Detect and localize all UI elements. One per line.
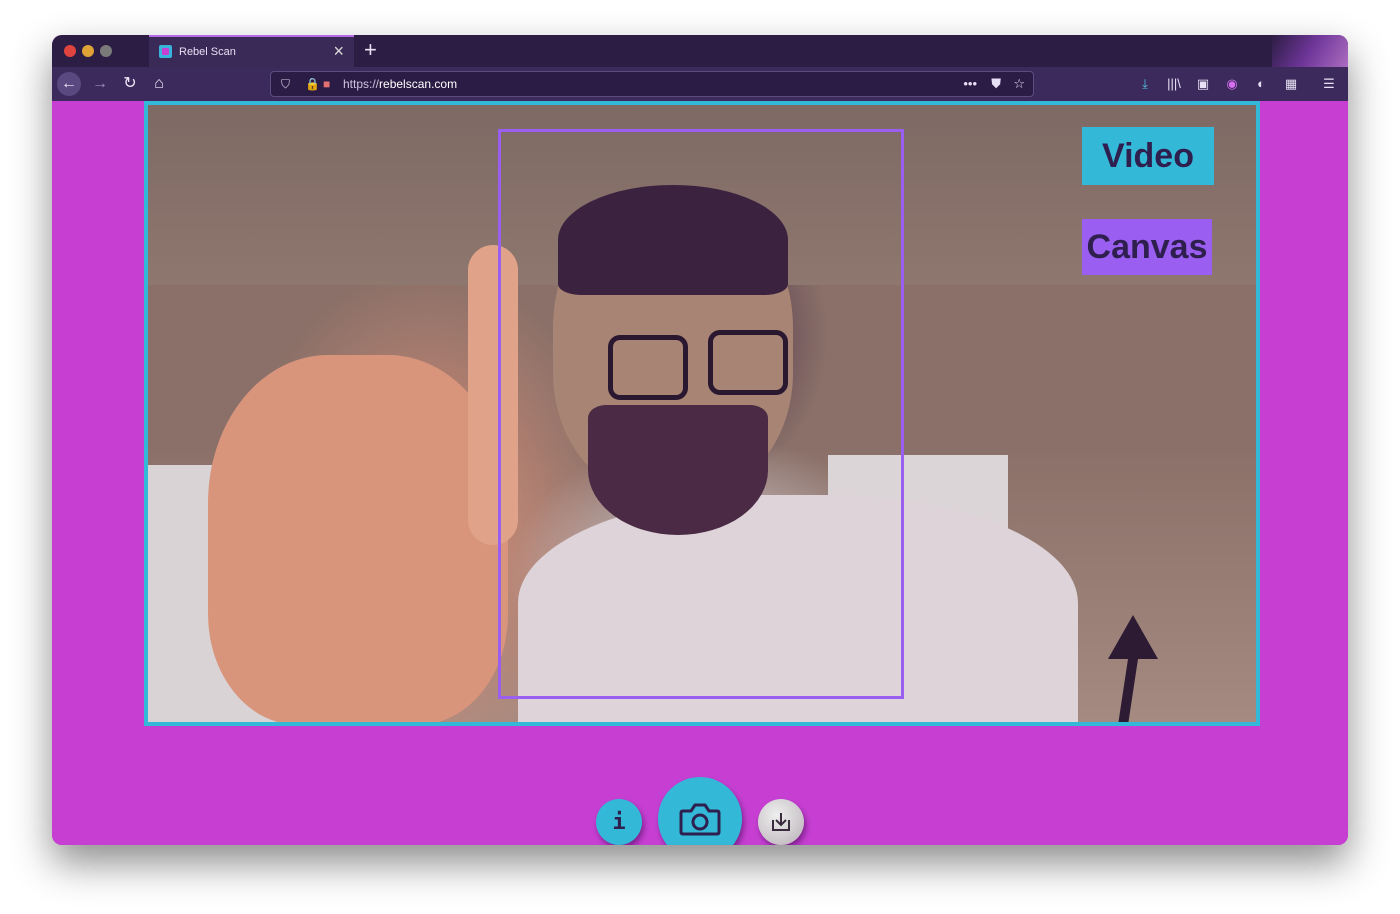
forward-arrow-icon[interactable]: → xyxy=(88,72,112,96)
hamburger-menu-icon[interactable]: ☰ xyxy=(1320,75,1338,93)
url-host: rebelscan.com xyxy=(379,77,458,91)
tab-strip-decoration xyxy=(1272,35,1348,67)
camera-video-feed: Video Canvas xyxy=(144,101,1260,726)
info-button[interactable]: i xyxy=(596,799,642,845)
extension-grid-icon[interactable]: ▦ xyxy=(1282,75,1300,93)
face-detection-box xyxy=(498,129,904,699)
url-text[interactable]: https://rebelscan.com xyxy=(343,77,457,91)
browser-window: Rebel Scan × + ← → ↻ ⌂ ⛉ 🔒 ■ https://reb… xyxy=(52,35,1348,845)
url-scheme: https:// xyxy=(343,77,380,91)
new-tab-button[interactable]: + xyxy=(364,37,377,63)
window-close-button[interactable] xyxy=(64,45,76,57)
download-icon xyxy=(772,813,790,831)
sidebar-icon[interactable]: ▣ xyxy=(1194,75,1212,93)
page-actions-icon[interactable]: ••• xyxy=(963,76,977,91)
window-maximize-button[interactable] xyxy=(100,45,112,57)
bookmark-star-icon[interactable]: ☆ xyxy=(1013,76,1025,92)
canvas-mode-button[interactable]: Canvas xyxy=(1082,219,1212,275)
tracking-shield-icon[interactable]: ⛉ xyxy=(281,77,290,92)
tab-title: Rebel Scan xyxy=(179,46,236,58)
capture-button[interactable] xyxy=(658,777,742,845)
video-scene-lamp xyxy=(1108,615,1158,722)
library-icon[interactable]: |||\ xyxy=(1165,75,1183,93)
navigation-toolbar: ← → ↻ ⌂ ⛉ 🔒 ■ https://rebelscan.com ••• … xyxy=(52,67,1348,101)
camera-icon xyxy=(679,803,721,836)
reload-icon[interactable]: ↻ xyxy=(118,72,142,96)
tab-strip: Rebel Scan × + xyxy=(52,35,1348,67)
info-icon: i xyxy=(612,809,626,835)
tab-close-icon[interactable]: × xyxy=(333,41,344,62)
download-icon[interactable]: ⤓ xyxy=(1136,75,1154,93)
pocket-icon[interactable]: ⛊ xyxy=(991,76,1001,92)
address-bar[interactable]: ⛉ 🔒 ■ https://rebelscan.com ••• ⛊ ☆ xyxy=(270,71,1034,97)
camera-permission-icon[interactable]: ■ xyxy=(323,77,330,91)
video-mode-button[interactable]: Video xyxy=(1082,127,1214,185)
tab-rebel-scan[interactable]: Rebel Scan × xyxy=(149,35,354,67)
window-minimize-button[interactable] xyxy=(82,45,94,57)
video-person-hand xyxy=(208,355,508,722)
favicon-icon xyxy=(159,45,172,58)
home-icon[interactable]: ⌂ xyxy=(147,72,171,96)
lock-icon[interactable]: 🔒 xyxy=(305,77,320,91)
extension-icon[interactable]: ◐ xyxy=(1252,75,1270,93)
page-content: Video Canvas i xyxy=(52,101,1348,845)
back-arrow-icon[interactable]: ← xyxy=(57,72,81,96)
account-icon[interactable]: ◉ xyxy=(1223,75,1241,93)
download-button[interactable] xyxy=(758,799,804,845)
